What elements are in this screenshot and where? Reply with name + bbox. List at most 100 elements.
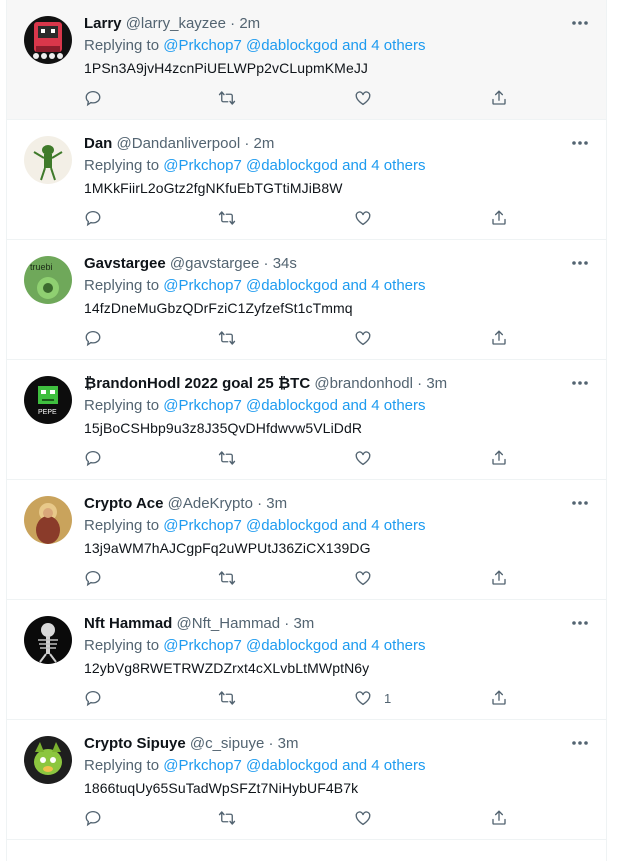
avatar[interactable]: truebi (24, 256, 72, 304)
mention-links[interactable]: @Prkchop7 @dablockgod and 4 others (163, 637, 425, 654)
mention-links[interactable]: @Prkchop7 @dablockgod and 4 others (163, 277, 425, 294)
share-button[interactable] (490, 448, 508, 468)
more-button[interactable] (570, 616, 590, 630)
reply-icon (85, 450, 101, 467)
user-handle[interactable]: @larry_kayzee (126, 15, 226, 32)
reply-icon (85, 810, 101, 827)
tweet[interactable]: truebi Gavstargee @gavstargee · 34s Repl… (7, 240, 606, 360)
timestamp[interactable]: 3m (266, 495, 287, 512)
more-button[interactable] (570, 736, 590, 750)
share-button[interactable] (490, 688, 508, 708)
timestamp[interactable]: 2m (254, 135, 275, 152)
timestamp[interactable]: 3m (293, 615, 314, 632)
user-handle[interactable]: @Dandanliverpool (117, 135, 241, 152)
reply-button[interactable] (84, 448, 102, 468)
retweet-button[interactable] (218, 208, 236, 228)
more-icon (572, 381, 588, 385)
retweet-icon (218, 451, 236, 465)
avatar[interactable] (24, 616, 72, 664)
like-button[interactable] (354, 448, 384, 468)
reply-button[interactable] (84, 688, 102, 708)
avatar[interactable] (24, 136, 72, 184)
reply-button[interactable] (84, 328, 102, 348)
avatar[interactable]: PEPE (24, 376, 72, 424)
avatar[interactable] (24, 736, 72, 784)
replying-to-label: Replying to (84, 277, 160, 294)
tweet[interactable]: Nft Hammad @Nft_Hammad · 3m Replying to … (7, 600, 606, 720)
tweet[interactable]: Crypto Ace @AdeKrypto · 3m Replying to @… (7, 480, 606, 600)
tweet-text: 13j9aWM7hAJCgpFq2uWPUtJ36ZiCX139DG (84, 540, 371, 556)
more-icon (572, 741, 588, 745)
display-name[interactable]: Dan (84, 135, 112, 152)
tweet[interactable]: Larry @larry_kayzee · 2m Replying to @Pr… (7, 0, 606, 120)
share-icon (492, 570, 506, 585)
share-button[interactable] (490, 88, 508, 108)
retweet-button[interactable] (218, 688, 236, 708)
display-name[interactable]: Gavstargee (84, 255, 166, 272)
more-button[interactable] (570, 496, 590, 510)
timestamp[interactable]: 2m (239, 15, 260, 32)
user-handle[interactable]: @Nft_Hammad (177, 615, 281, 632)
separator-dot: · (263, 255, 269, 272)
user-handle[interactable]: @AdeKrypto (168, 495, 253, 512)
tweet-header: Dan @Dandanliverpool · 2m (84, 134, 590, 154)
green-dog-avatar-icon (24, 736, 72, 784)
retweet-button[interactable] (218, 88, 236, 108)
painting-avatar-icon (24, 496, 72, 544)
display-name[interactable]: ₿randonHodl 2022 goal 25 ₿TC (84, 375, 310, 392)
timestamp[interactable]: 3m (278, 735, 299, 752)
share-button[interactable] (490, 208, 508, 228)
action-bar (84, 88, 524, 108)
replying-to-label: Replying to (84, 157, 160, 174)
mention-links[interactable]: @Prkchop7 @dablockgod and 4 others (163, 157, 425, 174)
avatar[interactable] (24, 16, 72, 64)
replying-to-label: Replying to (84, 397, 160, 414)
user-handle[interactable]: @c_sipuye (190, 735, 264, 752)
more-icon (572, 621, 588, 625)
display-name[interactable]: Nft Hammad (84, 615, 172, 632)
like-button[interactable] (354, 328, 384, 348)
more-button[interactable] (570, 256, 590, 270)
retweet-button[interactable] (218, 568, 236, 588)
mention-links[interactable]: @Prkchop7 @dablockgod and 4 others (163, 397, 425, 414)
like-button[interactable] (354, 808, 384, 828)
separator-dot: · (268, 735, 274, 752)
retweet-button[interactable] (218, 808, 236, 828)
share-button[interactable] (490, 808, 508, 828)
avatar[interactable] (24, 496, 72, 544)
tweet[interactable]: Dan @Dandanliverpool · 2m Replying to @P… (7, 120, 606, 240)
action-bar (84, 808, 524, 828)
reply-button[interactable] (84, 208, 102, 228)
timestamp[interactable]: 34s (273, 255, 297, 272)
action-bar (84, 328, 524, 348)
timestamp[interactable]: 3m (426, 375, 447, 392)
user-handle[interactable]: @brandonhodl (314, 375, 413, 392)
display-name[interactable]: Larry (84, 15, 122, 32)
heart-icon (355, 571, 371, 586)
mention-links[interactable]: @Prkchop7 @dablockgod and 4 others (163, 517, 425, 534)
like-button[interactable] (354, 88, 384, 108)
like-button[interactable] (354, 208, 384, 228)
reply-button[interactable] (84, 808, 102, 828)
more-button[interactable] (570, 16, 590, 30)
mention-links[interactable]: @Prkchop7 @dablockgod and 4 others (163, 37, 425, 54)
reply-button[interactable] (84, 568, 102, 588)
share-button[interactable] (490, 568, 508, 588)
reply-button[interactable] (84, 88, 102, 108)
more-button[interactable] (570, 136, 590, 150)
reply-icon (85, 90, 101, 107)
action-bar: 1 (84, 688, 524, 708)
retweet-button[interactable] (218, 328, 236, 348)
retweet-button[interactable] (218, 448, 236, 468)
like-button[interactable]: 1 (354, 688, 391, 708)
tweet[interactable]: Crypto Sipuye @c_sipuye · 3m Replying to… (7, 720, 606, 840)
share-button[interactable] (490, 328, 508, 348)
tweet[interactable]: PEPE ₿randonHodl 2022 goal 25 ₿TC @brand… (7, 360, 606, 480)
retweet-icon (218, 331, 236, 345)
like-button[interactable] (354, 568, 384, 588)
mention-links[interactable]: @Prkchop7 @dablockgod and 4 others (163, 757, 425, 774)
more-button[interactable] (570, 376, 590, 390)
display-name[interactable]: Crypto Sipuye (84, 735, 186, 752)
user-handle[interactable]: @gavstargee (170, 255, 259, 272)
display-name[interactable]: Crypto Ace (84, 495, 163, 512)
